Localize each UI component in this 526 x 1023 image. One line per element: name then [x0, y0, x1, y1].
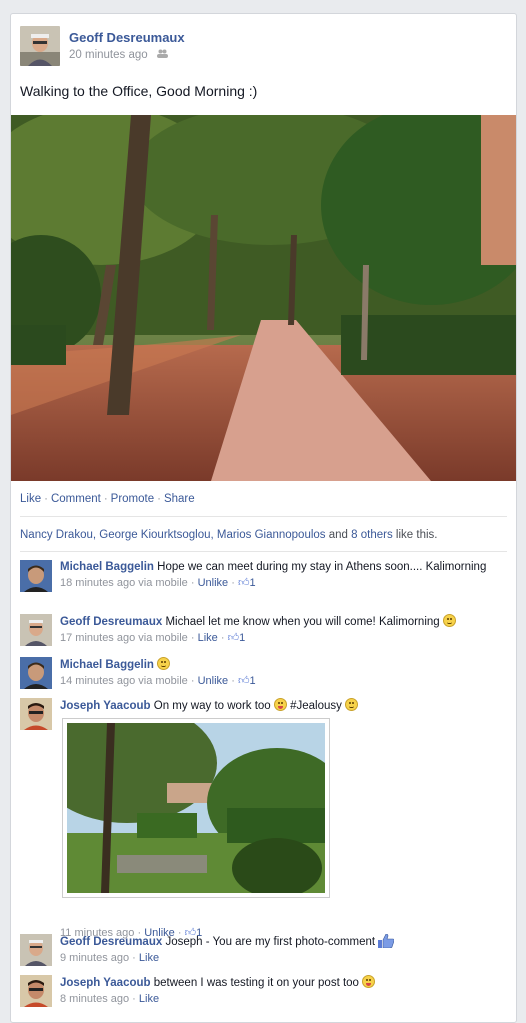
- post-timestamp[interactable]: 20 minutes ago: [69, 49, 148, 61]
- comment-photo[interactable]: [37, 703, 347, 898]
- likers-names-link[interactable]: Nancy Drakou, George Kiourktsoglou, Mari…: [20, 529, 326, 541]
- comment-like-count[interactable]: 👍︎1: [238, 577, 256, 589]
- comment-link[interactable]: Comment: [51, 493, 101, 505]
- tongue-emoji-icon: [362, 975, 376, 988]
- comment-meta: 14 minutes ago via mobile · Unlike · 👍︎1: [60, 675, 256, 687]
- like-link[interactable]: Like: [20, 493, 41, 505]
- commenter-name-link[interactable]: Joseph Yaacoub: [60, 700, 151, 712]
- like-link[interactable]: Like: [198, 632, 218, 644]
- promote-link[interactable]: Promote: [111, 493, 154, 505]
- comment-meta: 8 minutes ago · Like: [60, 993, 160, 1005]
- comment-item: Joseph Yaacoub On my way to work too #Je…: [20, 698, 510, 939]
- post-card: Geoff Desreumaux 20 minutes ago Walking …: [10, 13, 517, 1023]
- share-link[interactable]: Share: [164, 493, 195, 505]
- thumbs-up-icon: [378, 933, 395, 949]
- friends-audience-icon[interactable]: [156, 49, 168, 61]
- smile-emoji-icon: [345, 698, 359, 711]
- likers-others-link[interactable]: 8 others: [351, 529, 393, 541]
- comment-meta: 18 minutes ago via mobile · Unlike · 👍︎1: [60, 577, 256, 589]
- comment-text: Hope we can meet during my stay in Athen…: [157, 561, 487, 573]
- commenter-avatar[interactable]: [20, 614, 52, 646]
- commenter-name-link[interactable]: Joseph Yaacoub: [60, 977, 151, 989]
- commenter-avatar[interactable]: [20, 698, 52, 730]
- commenter-avatar[interactable]: [20, 560, 52, 592]
- post-actions: Like · Comment · Promote · Share: [20, 493, 195, 505]
- commenter-avatar[interactable]: [20, 975, 52, 1007]
- author-name-link[interactable]: Geoff Desreumaux: [69, 30, 185, 45]
- thumbs-up-icon: 👍︎: [237, 675, 250, 687]
- commenter-avatar[interactable]: [20, 934, 52, 966]
- thumbs-up-icon: 👍︎: [237, 577, 250, 589]
- like-link[interactable]: Like: [139, 952, 159, 964]
- comment-text: Joseph - You are my first photo-comment: [165, 936, 376, 948]
- tongue-emoji-icon: [273, 698, 287, 711]
- post-photo[interactable]: [11, 115, 516, 481]
- commenter-name-link[interactable]: Geoff Desreumaux: [60, 616, 162, 628]
- author-avatar[interactable]: [20, 26, 60, 66]
- comment-text: Michael let me know when you will come! …: [165, 616, 440, 628]
- comment-hashtag: #Jealousy: [290, 700, 342, 712]
- comment-text: between I was testing it on your post to…: [153, 977, 359, 989]
- comment-text: On my way to work too: [153, 700, 271, 712]
- thumbs-up-icon: 👍︎: [227, 632, 240, 644]
- post-header: Geoff Desreumaux 20 minutes ago: [20, 26, 185, 68]
- like-link[interactable]: Like: [139, 993, 159, 1005]
- smile-emoji-icon: [157, 657, 171, 670]
- comment-like-count[interactable]: 👍︎1: [238, 675, 256, 687]
- smile-emoji-icon: [442, 614, 456, 627]
- commenter-name-link[interactable]: Michael Baggelin: [60, 659, 154, 671]
- unlike-link[interactable]: Unlike: [198, 577, 229, 589]
- commenter-avatar[interactable]: [20, 657, 52, 689]
- likes-summary: Nancy Drakou, George Kiourktsoglou, Mari…: [20, 516, 507, 552]
- unlike-link[interactable]: Unlike: [198, 675, 229, 687]
- comment-meta: 17 minutes ago via mobile · Like · 👍︎1: [60, 632, 246, 644]
- post-status-text: Walking to the Office, Good Morning :): [20, 83, 258, 99]
- commenter-name-link[interactable]: Geoff Desreumaux: [60, 936, 162, 948]
- comment-meta: 9 minutes ago · Like: [60, 952, 160, 964]
- comment-like-count[interactable]: 👍︎1: [228, 632, 246, 644]
- post-meta: 20 minutes ago: [69, 49, 168, 61]
- commenter-name-link[interactable]: Michael Baggelin: [60, 561, 154, 573]
